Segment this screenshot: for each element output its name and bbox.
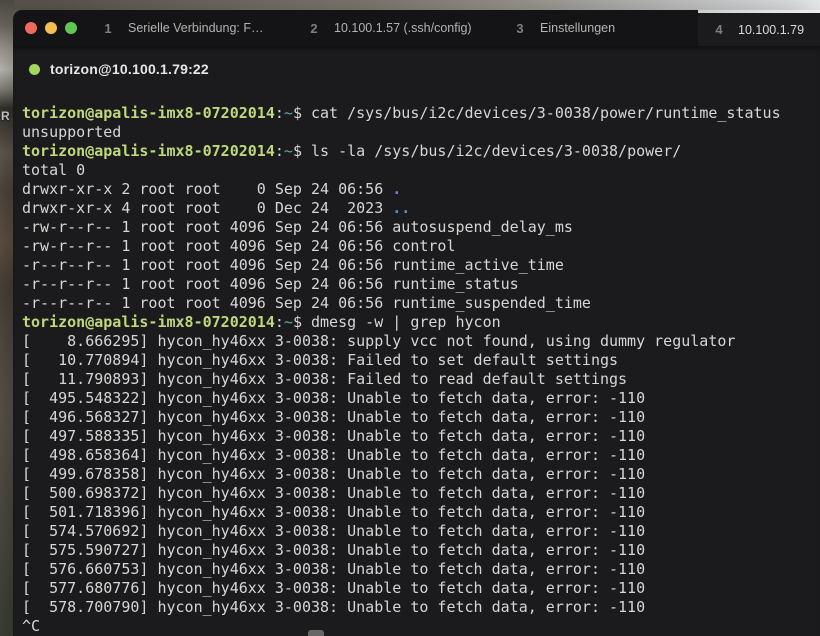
terminal-line: unsupported	[22, 123, 820, 142]
terminal-window: 1 Serielle Verbindung: F… 2 10.100.1.57 …	[13, 10, 820, 636]
terminal-line: [ 500.698372] hycon_hy46xx 3-0038: Unabl…	[22, 484, 820, 503]
tab-number: 1	[102, 21, 114, 36]
terminal-output: torizon@apalis-imx8-07202014:~$ cat /sys…	[13, 104, 820, 636]
terminal-line: [ 576.660753] hycon_hy46xx 3-0038: Unabl…	[22, 560, 820, 579]
terminal-line: torizon@apalis-imx8-07202014:~$ cat /sys…	[22, 104, 820, 123]
minimize-button[interactable]	[45, 22, 57, 34]
tab-10-100-1-57-ssh-config[interactable]: 2 10.100.1.57 (.ssh/config)	[286, 10, 492, 46]
terminal-line: [ 495.548322] hycon_hy46xx 3-0038: Unabl…	[22, 389, 820, 408]
tab-label: 10.100.1.79	[738, 23, 804, 37]
tab-label: Einstellungen	[540, 21, 615, 35]
terminal-line: -r--r--r-- 1 root root 4096 Sep 24 06:56…	[22, 275, 820, 294]
terminal-line: [ 574.570692] hycon_hy46xx 3-0038: Unabl…	[22, 522, 820, 541]
terminal-screen[interactable]: torizon@10.100.1.79:22 torizon@apalis-im…	[13, 46, 820, 636]
tab-number: 4	[714, 22, 724, 37]
session-title: torizon@10.100.1.79:22	[50, 61, 209, 77]
desktop-icon-label: R	[1, 109, 13, 123]
terminal-line: [ 577.680776] hycon_hy46xx 3-0038: Unabl…	[22, 579, 820, 598]
terminal-line: -rw-r--r-- 1 root root 4096 Sep 24 06:56…	[22, 237, 820, 256]
tab-label: Serielle Verbindung: F…	[128, 21, 264, 35]
tab-number: 2	[308, 21, 320, 36]
connection-status-icon	[29, 64, 40, 75]
terminal-line: drwxr-xr-x 2 root root 0 Sep 24 06:56 .	[22, 180, 820, 199]
tab-10-100-1-79-active[interactable]: 4 10.100.1.79	[698, 13, 820, 46]
terminal-line: [ 11.790893] hycon_hy46xx 3-0038: Failed…	[22, 370, 820, 389]
zoom-button[interactable]	[65, 22, 77, 34]
terminal-line: -rw-r--r-- 1 root root 4096 Sep 24 06:56…	[22, 218, 820, 237]
terminal-line: [ 578.700790] hycon_hy46xx 3-0038: Unabl…	[22, 598, 820, 617]
terminal-line: torizon@apalis-imx8-07202014:~$ ls -la /…	[22, 142, 820, 161]
terminal-line: [ 498.658364] hycon_hy46xx 3-0038: Unabl…	[22, 446, 820, 465]
session-header: torizon@10.100.1.79:22	[29, 59, 820, 79]
terminal-line: [ 501.718396] hycon_hy46xx 3-0038: Unabl…	[22, 503, 820, 522]
terminal-line: ^C	[22, 617, 820, 636]
terminal-line: [ 496.568327] hycon_hy46xx 3-0038: Unabl…	[22, 408, 820, 427]
close-button[interactable]	[25, 22, 37, 34]
desktop-wallpaper-left-strip	[0, 0, 14, 636]
terminal-line: [ 575.590727] hycon_hy46xx 3-0038: Unabl…	[22, 541, 820, 560]
tab-label: 10.100.1.57 (.ssh/config)	[334, 21, 472, 35]
terminal-line: [ 499.678358] hycon_hy46xx 3-0038: Unabl…	[22, 465, 820, 484]
tab-bar: 1 Serielle Verbindung: F… 2 10.100.1.57 …	[13, 10, 698, 46]
desktop-background: R 1 Serielle Verbindung: F… 2 10.100.1.5…	[0, 0, 820, 636]
terminal-line: [ 8.666295] hycon_hy46xx 3-0038: supply …	[22, 332, 820, 351]
tab-einstellungen[interactable]: 3 Einstellungen	[492, 10, 698, 46]
dock-icon-peek[interactable]	[308, 630, 324, 636]
window-controls	[13, 22, 80, 34]
terminal-line: [ 10.770894] hycon_hy46xx 3-0038: Failed…	[22, 351, 820, 370]
tab-serielle-verbindung[interactable]: 1 Serielle Verbindung: F…	[80, 10, 286, 46]
terminal-line: -r--r--r-- 1 root root 4096 Sep 24 06:56…	[22, 256, 820, 275]
terminal-line: drwxr-xr-x 4 root root 0 Dec 24 2023 ..	[22, 199, 820, 218]
terminal-line: -r--r--r-- 1 root root 4096 Sep 24 06:56…	[22, 294, 820, 313]
tab-number: 3	[514, 21, 526, 36]
terminal-line: torizon@apalis-imx8-07202014:~$ dmesg -w…	[22, 313, 820, 332]
terminal-line: total 0	[22, 161, 820, 180]
terminal-line: [ 497.588335] hycon_hy46xx 3-0038: Unabl…	[22, 427, 820, 446]
